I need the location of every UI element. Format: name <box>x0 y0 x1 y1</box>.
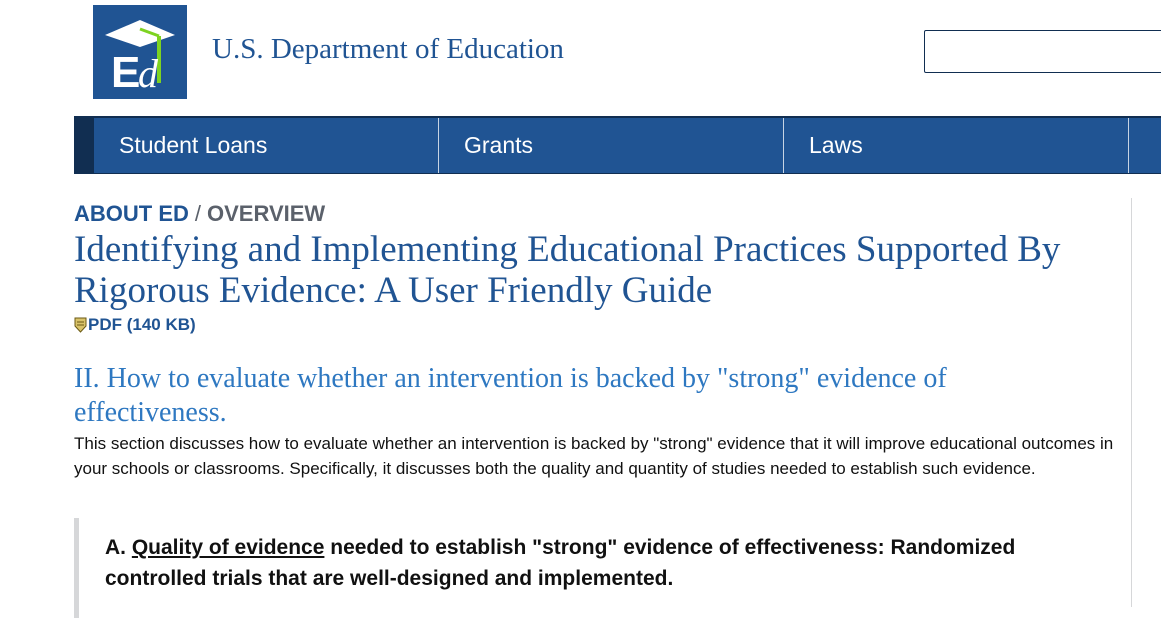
ed-logo[interactable]: E d <box>93 5 187 99</box>
quality-of-evidence-link[interactable]: Quality of evidence <box>132 536 325 559</box>
nav-item-laws[interactable]: Laws <box>784 118 1129 173</box>
nav-lead-bar <box>74 118 94 173</box>
nav-item-label: Laws <box>809 132 863 158</box>
nav-item-label: Student Loans <box>119 132 268 158</box>
breadcrumb-separator: / <box>194 201 202 226</box>
nav-item-student-loans[interactable]: Student Loans <box>94 118 439 173</box>
intro-paragraph: This section discusses how to evaluate w… <box>74 434 1114 478</box>
nav-item-label: Grants <box>464 132 534 158</box>
breadcrumb: ABOUT ED / OVERVIEW <box>74 201 325 227</box>
callout-text: A. Quality of evidence needed to establi… <box>105 532 1104 594</box>
breadcrumb-current: OVERVIEW <box>207 201 326 226</box>
nav-item-grants[interactable]: Grants <box>439 118 784 173</box>
section-heading: II. How to evaluate whether an intervent… <box>74 363 947 428</box>
pdf-download-icon <box>74 317 87 333</box>
page-title: Identifying and Implementing Educational… <box>74 229 1061 311</box>
svg-text:d: d <box>138 51 159 96</box>
callout-block: A. Quality of evidence needed to establi… <box>74 518 1104 618</box>
breadcrumb-about-ed[interactable]: ABOUT ED <box>74 201 189 226</box>
search-input[interactable] <box>924 30 1161 73</box>
nav-item-overflow[interactable] <box>1129 118 1161 173</box>
pdf-download-link[interactable]: PDF (140 KB) <box>74 315 196 335</box>
main-nav: Student Loans Grants Laws <box>74 116 1161 174</box>
sidebar-divider <box>1131 198 1132 607</box>
svg-text:E: E <box>111 48 140 97</box>
pdf-link-label: PDF (140 KB) <box>88 315 196 334</box>
site-title[interactable]: U.S. Department of Education <box>212 33 564 66</box>
callout-prefix: A. <box>105 536 132 559</box>
ed-logo-icon: E d <box>93 5 187 99</box>
